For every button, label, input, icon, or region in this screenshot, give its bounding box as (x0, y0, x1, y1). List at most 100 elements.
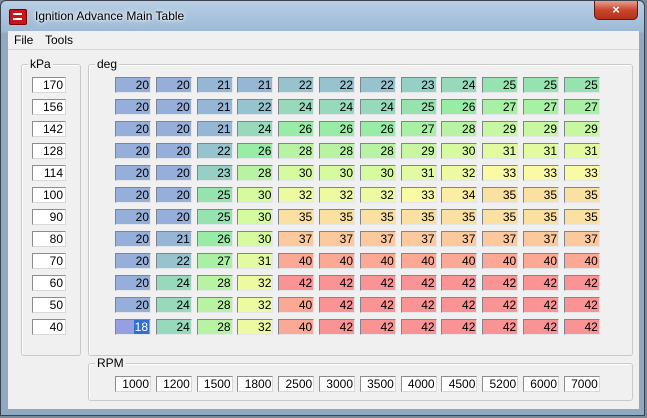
table-cell[interactable]: 22 (155, 253, 192, 269)
table-cell[interactable]: 25 (563, 77, 600, 93)
table-cell[interactable]: 35 (523, 209, 559, 225)
table-cell[interactable]: 35 (359, 209, 396, 225)
rpm-input[interactable]: 7000 (563, 376, 600, 392)
kpa-input[interactable]: 114 (32, 165, 66, 181)
table-cell[interactable]: 22 (237, 99, 274, 115)
table-cell[interactable]: 21 (155, 231, 192, 247)
table-cell[interactable]: 42 (359, 319, 396, 335)
table-cell[interactable]: 42 (523, 275, 559, 291)
table-cell[interactable]: 40 (359, 253, 396, 269)
table-cell[interactable]: 20 (155, 121, 192, 137)
table-cell[interactable]: 42 (278, 275, 315, 291)
rpm-input[interactable]: 4000 (400, 376, 437, 392)
table-cell[interactable]: 29 (523, 121, 559, 137)
table-cell[interactable]: 21 (237, 77, 274, 93)
table-cell[interactable]: 40 (400, 253, 437, 269)
table-cell[interactable]: 37 (400, 231, 437, 247)
table-cell[interactable]: 37 (319, 231, 355, 247)
table-cell[interactable]: 35 (523, 187, 559, 203)
table-cell[interactable]: 25 (196, 187, 233, 203)
table-cell[interactable]: 42 (441, 319, 478, 335)
table-cell[interactable]: 22 (196, 143, 233, 159)
kpa-input[interactable]: 80 (32, 231, 66, 247)
table-cell[interactable]: 42 (482, 275, 519, 291)
table-cell[interactable]: 26 (441, 99, 478, 115)
table-cell[interactable]: 20 (155, 77, 192, 93)
rpm-input[interactable]: 5200 (482, 376, 519, 392)
table-cell[interactable]: 40 (278, 319, 315, 335)
table-cell[interactable]: 24 (155, 297, 192, 313)
rpm-input[interactable]: 3500 (359, 376, 396, 392)
table-cell[interactable]: 20 (115, 275, 151, 291)
table-cell[interactable]: 42 (563, 275, 600, 291)
table-cell[interactable]: 40 (278, 297, 315, 313)
rpm-input[interactable]: 1800 (237, 376, 274, 392)
table-cell[interactable]: 20 (155, 209, 192, 225)
table-cell[interactable]: 20 (155, 165, 192, 181)
table-cell[interactable]: 20 (115, 165, 151, 181)
table-cell[interactable]: 20 (115, 121, 151, 137)
table-cell[interactable]: 27 (563, 99, 600, 115)
table-cell[interactable]: 28 (196, 319, 233, 335)
table-cell[interactable]: 30 (237, 187, 274, 203)
table-cell[interactable]: 31 (523, 143, 559, 159)
kpa-input[interactable]: 70 (32, 253, 66, 269)
close-button[interactable]: × (594, 1, 638, 20)
table-cell[interactable]: 37 (359, 231, 396, 247)
table-cell[interactable]: 33 (482, 165, 519, 181)
table-cell[interactable]: 18 (115, 319, 151, 335)
table-cell[interactable]: 29 (482, 121, 519, 137)
table-cell[interactable]: 27 (482, 99, 519, 115)
table-cell[interactable]: 32 (237, 319, 274, 335)
table-cell[interactable]: 20 (115, 231, 151, 247)
table-cell[interactable]: 42 (359, 297, 396, 313)
table-cell[interactable]: 42 (319, 319, 355, 335)
table-cell[interactable]: 28 (359, 143, 396, 159)
table-cell[interactable]: 30 (441, 143, 478, 159)
table-cell[interactable]: 20 (155, 99, 192, 115)
table-cell[interactable]: 37 (278, 231, 315, 247)
table-cell[interactable]: 22 (319, 77, 355, 93)
title-bar[interactable]: Ignition Advance Main Table × (1, 1, 644, 31)
table-cell[interactable]: 32 (441, 165, 478, 181)
table-cell[interactable]: 20 (115, 99, 151, 115)
table-cell[interactable]: 24 (155, 319, 192, 335)
table-cell[interactable]: 22 (278, 77, 315, 93)
table-cell[interactable]: 35 (441, 209, 478, 225)
table-cell[interactable]: 40 (319, 253, 355, 269)
rpm-input[interactable]: 1200 (155, 376, 192, 392)
table-cell[interactable]: 32 (278, 187, 315, 203)
table-cell[interactable]: 24 (359, 99, 396, 115)
table-cell[interactable]: 28 (196, 297, 233, 313)
kpa-input[interactable]: 156 (32, 99, 66, 115)
table-cell[interactable]: 28 (237, 165, 274, 181)
table-cell[interactable]: 31 (237, 253, 274, 269)
table-cell[interactable]: 30 (319, 165, 355, 181)
kpa-input[interactable]: 170 (32, 77, 66, 93)
table-cell[interactable]: 40 (278, 253, 315, 269)
menu-file[interactable]: File (14, 33, 33, 47)
table-cell[interactable]: 33 (523, 165, 559, 181)
table-cell[interactable]: 27 (196, 253, 233, 269)
kpa-input[interactable]: 142 (32, 121, 66, 137)
table-cell[interactable]: 42 (359, 275, 396, 291)
kpa-input[interactable]: 100 (32, 187, 66, 203)
table-cell[interactable]: 26 (237, 143, 274, 159)
table-cell[interactable]: 20 (115, 77, 151, 93)
table-cell[interactable]: 25 (482, 77, 519, 93)
table-cell[interactable]: 20 (155, 143, 192, 159)
table-cell[interactable]: 40 (523, 253, 559, 269)
table-cell[interactable]: 40 (482, 253, 519, 269)
table-cell[interactable]: 27 (523, 99, 559, 115)
kpa-input[interactable]: 128 (32, 143, 66, 159)
rpm-input[interactable]: 1000 (115, 376, 151, 392)
table-cell[interactable]: 20 (115, 143, 151, 159)
table-cell[interactable]: 23 (400, 77, 437, 93)
table-cell[interactable]: 28 (441, 121, 478, 137)
table-cell[interactable]: 42 (482, 297, 519, 313)
table-cell[interactable]: 42 (482, 319, 519, 335)
table-cell[interactable]: 25 (400, 99, 437, 115)
table-cell[interactable]: 20 (115, 253, 151, 269)
table-cell[interactable]: 32 (359, 187, 396, 203)
table-cell[interactable]: 42 (523, 319, 559, 335)
